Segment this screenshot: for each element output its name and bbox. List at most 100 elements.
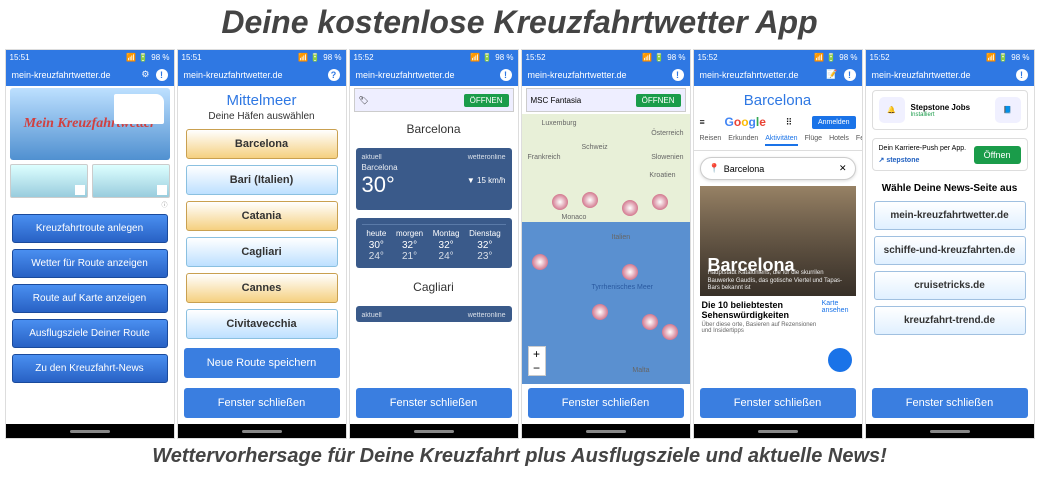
ad-brand-icon: 🏷 <box>359 96 369 105</box>
android-navbar[interactable] <box>178 424 346 438</box>
ad-open-btn[interactable]: Öffnen <box>974 146 1021 164</box>
region-sub: Deine Häfen auswählen <box>178 111 346 126</box>
btn-close[interactable]: Fenster schließen <box>184 388 340 418</box>
app-icon: 📘 <box>995 97 1021 123</box>
screen-news: 15:52 📶 🔋 98 % mein-kreuzfahrtwetter.de … <box>865 49 1035 439</box>
btn-excursions[interactable]: Ausflugsziele Deiner Route <box>12 319 168 348</box>
route-map[interactable]: Luxemburg Österreich Frankreich Schweiz … <box>522 114 690 384</box>
status-bar: 15:52 📶 🔋 98 % <box>694 50 862 64</box>
android-navbar[interactable] <box>350 424 518 438</box>
pin-icon: 📍 <box>709 163 720 174</box>
menu-icon[interactable]: ≡ <box>700 117 705 127</box>
appbar-title: mein-kreuzfahrtwetter.de <box>872 70 971 80</box>
btn-news[interactable]: Zu den Kreuzfahrt-News <box>12 354 168 383</box>
current-wind: ▼ 15 km/h <box>467 176 506 185</box>
android-navbar[interactable] <box>694 424 862 438</box>
news-src-3[interactable]: cruisetricks.de <box>874 271 1026 300</box>
google-search[interactable]: 📍 Barcelona ✕ <box>700 157 856 180</box>
news-ad-2[interactable]: Dein Karriere-Push per App. ↗ stepstone … <box>872 138 1028 171</box>
screen-google: 15:52 📶 🔋 98 % mein-kreuzfahrtwetter.de … <box>693 49 863 439</box>
btn-create-route[interactable]: Kreuzfahrtroute anlegen <box>12 214 168 243</box>
port-barcelona[interactable]: Barcelona <box>186 129 338 159</box>
map-link[interactable]: Karte ansehen <box>822 300 854 314</box>
port-cagliari[interactable]: Cagliari <box>186 237 338 267</box>
google-section[interactable]: Die 10 beliebtesten Sehenswürdigkeiten Ü… <box>694 296 862 338</box>
port-civitavecchia[interactable]: Civitavecchia <box>186 309 338 339</box>
news-src-1[interactable]: mein-kreuzfahrtwetter.de <box>874 201 1026 230</box>
weather-card-forecast[interactable]: heute30°24° morgen32°21° Montag32°24° Di… <box>356 218 512 268</box>
btn-show-map[interactable]: Route auf Karte anzeigen <box>12 284 168 313</box>
info-icon[interactable]: ! <box>500 69 512 81</box>
btn-close[interactable]: Fenster schließen <box>528 388 684 418</box>
port-cannes[interactable]: Cannes <box>186 273 338 303</box>
ad-open-btn[interactable]: ÖFFNEN <box>464 94 509 107</box>
map-pin[interactable] <box>642 314 658 330</box>
map-pin[interactable] <box>552 194 568 210</box>
ship-icon <box>114 94 164 124</box>
btn-close[interactable]: Fenster schließen <box>872 388 1028 418</box>
status-bar: 15:52 📶 🔋 98 % <box>522 50 690 64</box>
news-ad[interactable]: 🔔 Stepstone Jobs Installiert 📘 <box>872 90 1028 130</box>
map-pin[interactable] <box>582 192 598 208</box>
map-pin[interactable] <box>622 200 638 216</box>
map-zoom[interactable]: +− <box>528 346 546 376</box>
android-navbar[interactable] <box>522 424 690 438</box>
ad-card-2[interactable] <box>92 164 170 198</box>
fab-button[interactable] <box>828 348 852 372</box>
android-navbar[interactable] <box>6 424 174 438</box>
appbar-title: mein-kreuzfahrtwetter.de <box>528 70 627 80</box>
news-prompt: Wähle Deine News-Seite aus <box>866 175 1034 198</box>
hero-desc: Hauptstadt Kataloniens, die für die skur… <box>708 270 848 292</box>
weather-card-now[interactable]: aktuell wetteronline Barcelona 30° ▼ 15 … <box>356 148 512 210</box>
status-time: 15:52 <box>526 53 546 62</box>
screenshot-row: 15:51 📶 🔋 98 % mein-kreuzfahrtwetter.de … <box>0 49 1039 439</box>
google-hero[interactable]: Barcelona Hauptstadt Kataloniens, die fü… <box>700 186 856 296</box>
app-bar: mein-kreuzfahrtwetter.de ! <box>522 64 690 86</box>
status-bar: 15:51 📶 🔋 98 % <box>178 50 346 64</box>
ad-banner[interactable]: 🏷 ÖFFNEN <box>354 88 514 112</box>
screen-map: 15:52 📶 🔋 98 % mein-kreuzfahrtwetter.de … <box>521 49 691 439</box>
port-catania[interactable]: Catania <box>186 201 338 231</box>
map-pin[interactable] <box>662 324 678 340</box>
news-src-2[interactable]: schiffe-und-kreuzfahrten.de <box>874 236 1026 265</box>
hero-banner: Mein Kreuzfahrtwetter <box>10 88 170 160</box>
ad-label: ⓘ <box>6 200 174 211</box>
btn-close[interactable]: Fenster schließen <box>700 388 856 418</box>
close-icon[interactable]: ✕ <box>839 163 847 174</box>
status-time: 15:51 <box>182 53 202 62</box>
status-time: 15:52 <box>354 53 374 62</box>
edit-icon[interactable]: 📝 <box>826 69 837 81</box>
map-pin[interactable] <box>592 304 608 320</box>
map-pin[interactable] <box>652 194 668 210</box>
ad-card-1[interactable] <box>10 164 88 198</box>
ad-banner[interactable]: MSC Fantasia ÖFFNEN <box>526 88 686 112</box>
search-value: Barcelona <box>724 164 765 174</box>
btn-save-route[interactable]: Neue Route speichern <box>184 348 340 378</box>
ad-row[interactable] <box>10 164 170 198</box>
btn-close[interactable]: Fenster schließen <box>356 388 512 418</box>
apps-icon[interactable]: ⠿ <box>786 117 793 128</box>
port-bari[interactable]: Bari (Italien) <box>186 165 338 195</box>
map-pin[interactable] <box>532 254 548 270</box>
info-icon[interactable]: ! <box>844 69 856 81</box>
weather-card-2[interactable]: aktuell wetteronline <box>356 306 512 322</box>
news-src-4[interactable]: kreuzfahrt-trend.de <box>874 306 1026 335</box>
info-icon[interactable]: ! <box>1016 69 1028 81</box>
dest-title: Barcelona <box>694 86 862 111</box>
screen-weather: 15:52 📶 🔋 98 % mein-kreuzfahrtwetter.de … <box>349 49 519 439</box>
status-time: 15:51 <box>10 53 30 62</box>
app-bar: mein-kreuzfahrtwetter.de ? <box>178 64 346 86</box>
help-icon[interactable]: ? <box>328 69 340 81</box>
info-icon[interactable]: ! <box>156 69 168 81</box>
btn-show-weather[interactable]: Wetter für Route anzeigen <box>12 249 168 278</box>
google-tabs[interactable]: Reisen Erkunden Aktivitäten Flüge Hotels… <box>694 133 862 151</box>
google-signin[interactable]: Anmelden <box>812 116 856 129</box>
gear-icon[interactable]: ⚙ <box>141 69 149 81</box>
appbar-title: mein-kreuzfahrtwetter.de <box>184 70 283 80</box>
ad-open-btn[interactable]: ÖFFNEN <box>636 94 681 107</box>
map-pin[interactable] <box>622 264 638 280</box>
android-navbar[interactable] <box>866 424 1034 438</box>
status-time: 15:52 <box>870 53 890 62</box>
appbar-title: mein-kreuzfahrtwetter.de <box>12 70 111 80</box>
info-icon[interactable]: ! <box>672 69 684 81</box>
